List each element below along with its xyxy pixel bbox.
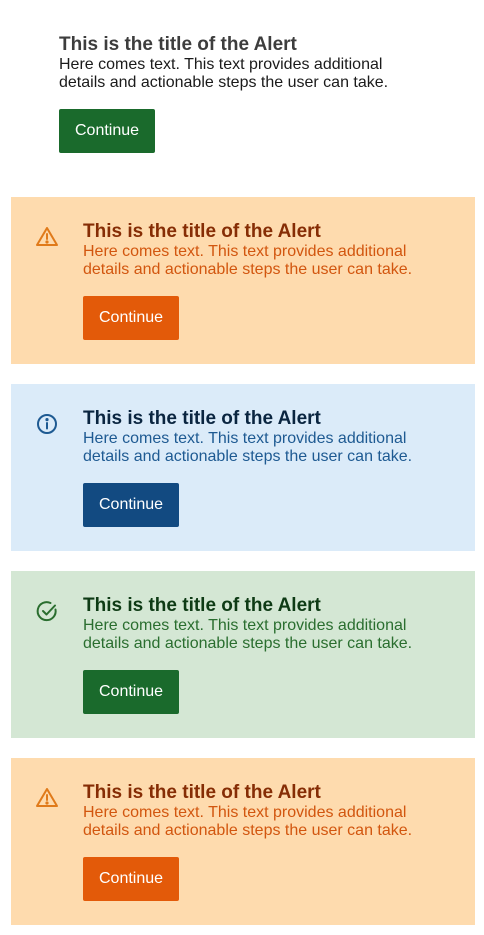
alert-text: Here comes text. This text provides addi… [83, 430, 413, 465]
alert-title: This is the title of the Alert [59, 34, 297, 55]
continue-button[interactable]: Continue [83, 483, 180, 527]
info-circle-icon [35, 412, 59, 436]
alert-text: Here comes text. This text provides addi… [83, 804, 413, 839]
warning-triangle-icon [35, 225, 59, 249]
continue-button[interactable]: Continue [83, 670, 180, 714]
continue-button[interactable]: Continue [83, 296, 180, 340]
alert-text: Here comes text. This text provides addi… [59, 56, 389, 91]
warning-triangle-icon [35, 786, 59, 810]
alert-title: This is the title of the Alert [83, 221, 321, 242]
alert-title: This is the title of the Alert [83, 595, 321, 616]
alert-warning: This is the title of the Alert Here come… [11, 197, 475, 364]
continue-button[interactable]: Continue [83, 857, 180, 901]
alert-plain: This is the title of the Alert Here come… [11, 22, 475, 182]
alert-title: This is the title of the Alert [83, 408, 321, 429]
alert-text: Here comes text. This text provides addi… [83, 617, 413, 652]
check-circle-icon [35, 599, 59, 623]
alert-text: Here comes text. This text provides addi… [83, 243, 413, 278]
alert-info: This is the title of the Alert Here come… [11, 384, 475, 551]
alert-title: This is the title of the Alert [83, 782, 321, 803]
alert-success: This is the title of the Alert Here come… [11, 571, 475, 738]
continue-button[interactable]: Continue [59, 109, 156, 153]
alerts-page: This is the title of the Alert Here come… [0, 0, 484, 935]
alert-warning: This is the title of the Alert Here come… [11, 758, 475, 925]
